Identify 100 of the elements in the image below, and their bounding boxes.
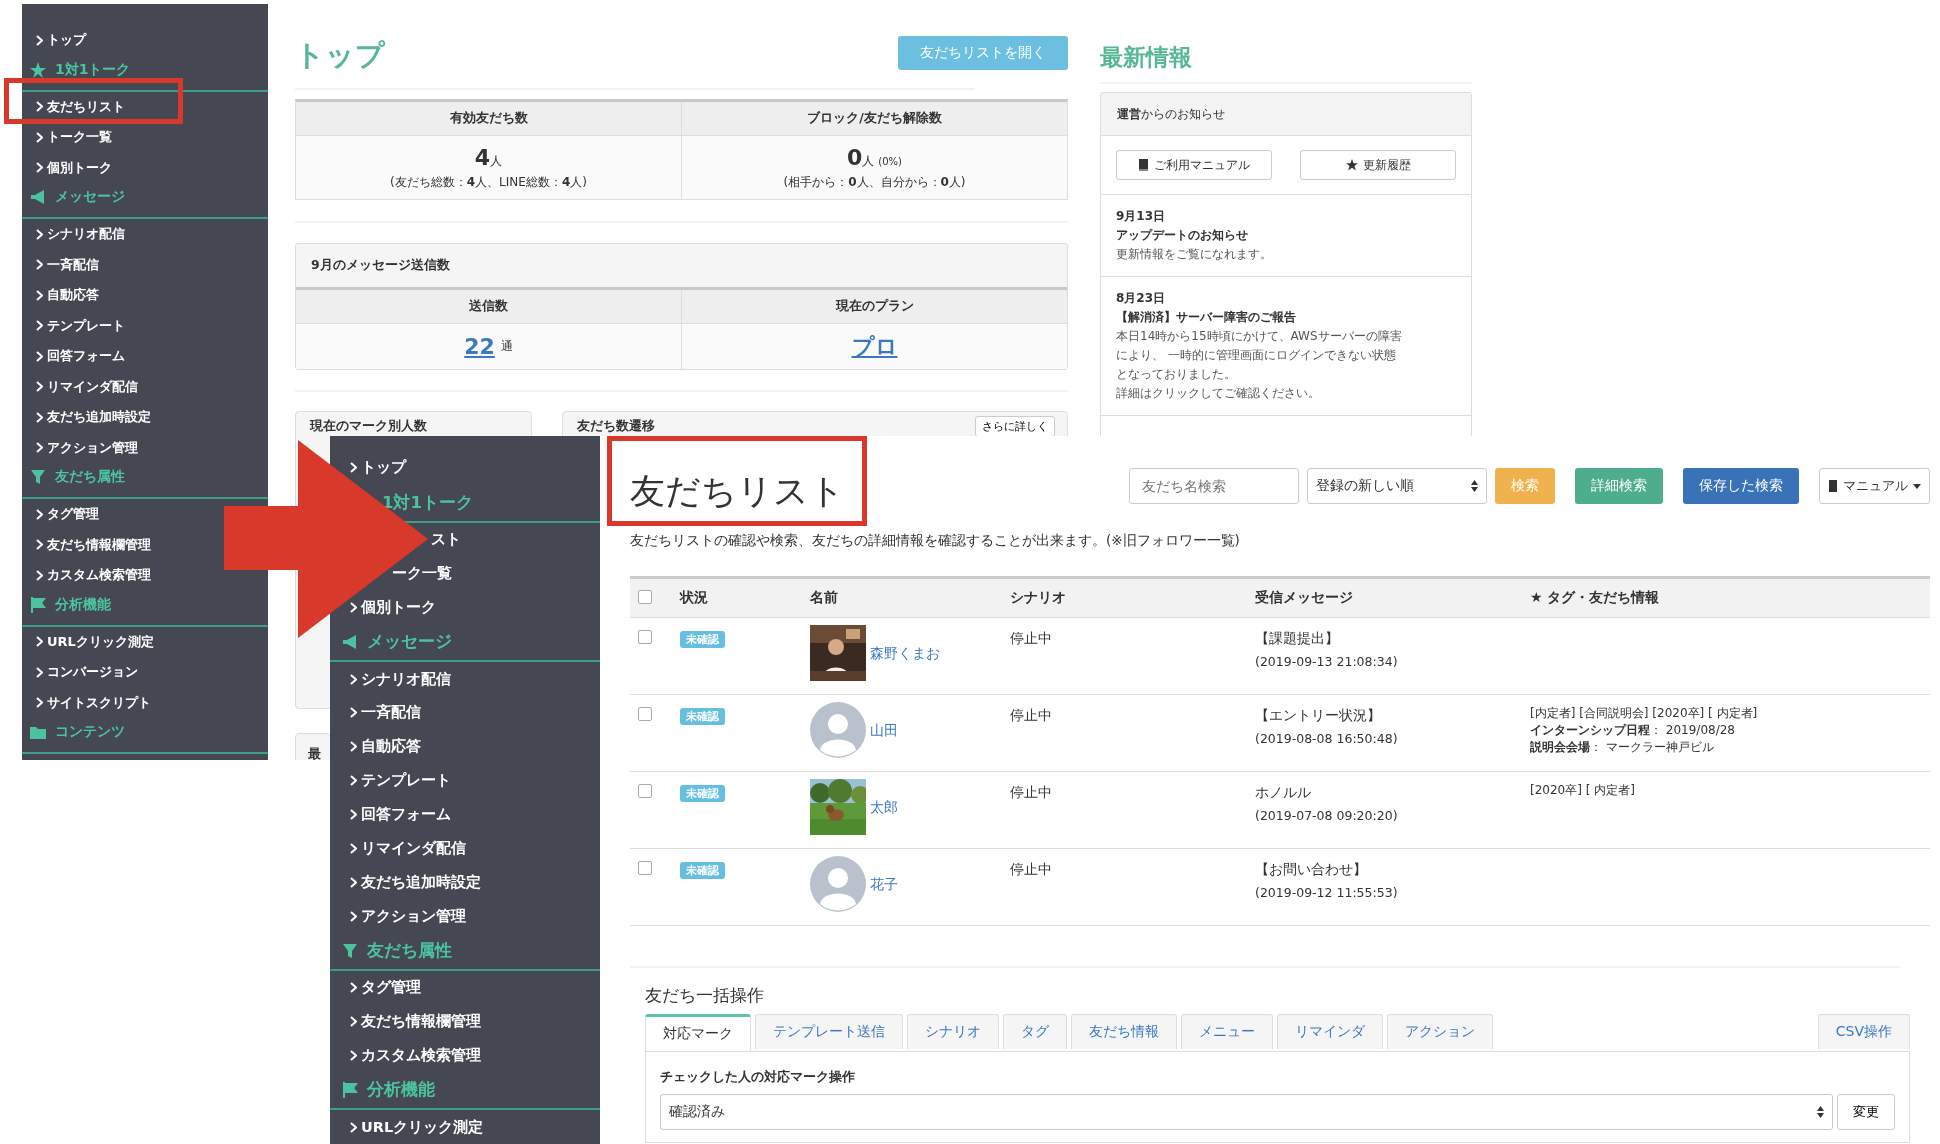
sidebar-link[interactable]: ーク一覧	[392, 564, 452, 583]
sidebar-link[interactable]: カスタム検索管理	[47, 566, 151, 585]
tab[interactable]: 対応マーク	[645, 1014, 751, 1051]
sidebar-link[interactable]: URLクリック測定	[47, 632, 154, 651]
sidebar-link[interactable]: リマインダ配信	[361, 838, 466, 858]
chevron-icon	[350, 741, 357, 753]
friend-name-link[interactable]: 太郎	[870, 799, 898, 817]
sidebar-link[interactable]: 友だち情報欄管理	[361, 1012, 481, 1032]
sidebar-link[interactable]: 友だち追加時設定	[47, 408, 151, 427]
sidebar-link[interactable]: トップ	[47, 31, 86, 50]
sidebar-link[interactable]: URLクリック測定	[361, 1117, 484, 1137]
sidebar-link[interactable]: スト	[431, 530, 461, 550]
chevron-icon	[36, 508, 43, 520]
chevron-icon	[350, 910, 357, 922]
book-icon	[1138, 159, 1149, 171]
friend-name-link[interactable]: 山田	[870, 722, 898, 740]
sidebar-link[interactable]: シナリオ配信	[47, 225, 125, 244]
tab[interactable]: リマインダ	[1277, 1014, 1383, 1049]
sidebar-heading: 1対1トーク	[55, 60, 131, 79]
star-icon	[30, 61, 46, 78]
sidebar-link[interactable]: サイトスクリプト	[47, 693, 151, 712]
page-title: トップ	[295, 37, 385, 74]
news-headline[interactable]: アップデートのお知らせ	[1116, 226, 1456, 245]
tag-info: [2020卒] [ 内定者]	[1530, 784, 1636, 796]
sidebar-link[interactable]: タグ管理	[47, 505, 99, 524]
change-button[interactable]: 変更	[1837, 1094, 1895, 1130]
chevron-icon	[36, 697, 43, 709]
chevron-icon	[350, 1050, 357, 1061]
status-badge: 未確認	[680, 785, 725, 802]
sidebar-link[interactable]: 一斉配信	[361, 703, 421, 723]
timestamp: (2019-09-12 11:55:53)	[1255, 885, 1399, 900]
sidebar-link[interactable]: トーク一覧	[47, 128, 112, 147]
status-badge: 未確認	[680, 862, 725, 879]
filter-icon	[30, 469, 46, 485]
tab[interactable]: CSV操作	[1817, 1014, 1910, 1049]
sidebar-link[interactable]: 回答フォーム	[361, 805, 451, 824]
friend-name-link[interactable]: 花子	[870, 876, 898, 894]
sidebar-link[interactable]: 友だち追加時設定	[361, 872, 481, 892]
column-header: 有効友だち数	[296, 102, 681, 136]
status-badge: 未確認	[680, 631, 725, 648]
sidebar-link[interactable]: リマインダ配信	[47, 377, 138, 396]
tab[interactable]: タグ	[1003, 1014, 1067, 1049]
more-button[interactable]: さらに詳しく	[975, 415, 1055, 437]
checkbox[interactable]	[638, 707, 652, 721]
card-title: 最	[308, 745, 321, 760]
sort-dropdown[interactable]: 登録の新しい順	[1307, 468, 1487, 504]
tab[interactable]: 友だち情報	[1071, 1014, 1177, 1049]
value-link[interactable]: プロ	[851, 331, 898, 362]
chevron-icon	[36, 320, 43, 332]
sidebar-link[interactable]: 個別トーク	[47, 158, 112, 177]
chevron-icon	[350, 601, 357, 613]
action-button[interactable]: 保存した検索	[1683, 468, 1799, 504]
chevron-icon	[36, 350, 43, 362]
sidebar-link[interactable]: テンプレート	[47, 316, 125, 335]
sidebar-link[interactable]: 自動応答	[47, 286, 99, 305]
stat-note: (相手から：0人、自分から：0人)	[783, 173, 966, 191]
status-badge: 未確認	[680, 708, 725, 725]
checkbox[interactable]	[638, 589, 652, 604]
friend-name-link[interactable]: 森野くまお	[870, 645, 940, 663]
sidebar-link[interactable]: 友だち情報欄管理	[47, 535, 151, 554]
message-text: 【お問い合わせ】	[1255, 861, 1368, 879]
news-button[interactable]: ご利用マニュアル	[1116, 150, 1272, 180]
sidebar-heading: 友だち属性	[55, 468, 125, 486]
sidebar-link[interactable]: シナリオ配信	[361, 669, 451, 689]
checkbox[interactable]	[638, 784, 652, 798]
sidebar-link[interactable]: 個別トーク	[361, 597, 436, 617]
chevron-icon	[36, 666, 43, 678]
sidebar-link[interactable]: アクション管理	[361, 906, 466, 926]
search-field[interactable]: 友だち名検索	[1129, 468, 1299, 504]
sidebar-link[interactable]: トップ	[361, 458, 406, 478]
chevron-icon	[36, 569, 43, 581]
sidebar-link[interactable]: 自動応答	[361, 737, 421, 757]
sidebar-link[interactable]: テンプレート	[361, 771, 451, 791]
tag-info: [内定者] [合同説明会] [2020卒] [ 内定者]	[1530, 707, 1759, 719]
message-text: 【課題提出】	[1255, 630, 1340, 648]
value-link[interactable]: 22	[464, 334, 495, 359]
sidebar-link[interactable]: タグ管理	[361, 978, 421, 998]
chevron-icon	[350, 707, 357, 719]
chevron-icon	[36, 162, 43, 174]
tab[interactable]: シナリオ	[907, 1014, 999, 1049]
sidebar-heading: コンテンツ	[55, 723, 125, 741]
folder-icon	[30, 724, 46, 740]
tab[interactable]: テンプレート送信	[755, 1014, 903, 1049]
tab[interactable]: メニュー	[1181, 1014, 1273, 1049]
tab[interactable]: アクション	[1387, 1014, 1493, 1049]
sidebar-link[interactable]: カスタム検索管理	[361, 1046, 481, 1065]
sidebar-link[interactable]: 友だちリスト	[47, 97, 125, 116]
manual-dropdown[interactable]: マニュアル	[1819, 468, 1930, 504]
news-button[interactable]: 更新履歴	[1300, 150, 1456, 180]
sidebar-link[interactable]: 一斉配信	[47, 255, 99, 274]
sidebar-link[interactable]: 回答フォーム	[47, 347, 125, 366]
sidebar-heading: 分析機能	[55, 595, 111, 614]
news-headline[interactable]: 【解消済】サーバー障害のご報告	[1116, 308, 1456, 327]
sidebar-link[interactable]: アクション管理	[47, 438, 138, 457]
mark-dropdown[interactable]: 確認済み	[660, 1094, 1833, 1130]
sidebar-link[interactable]: コンバージョン	[47, 663, 138, 682]
checkbox[interactable]	[638, 630, 652, 644]
unit-label: 人	[490, 153, 503, 168]
news-text: 更新情報をご覧になれます。	[1116, 246, 1273, 263]
checkbox[interactable]	[638, 861, 652, 875]
